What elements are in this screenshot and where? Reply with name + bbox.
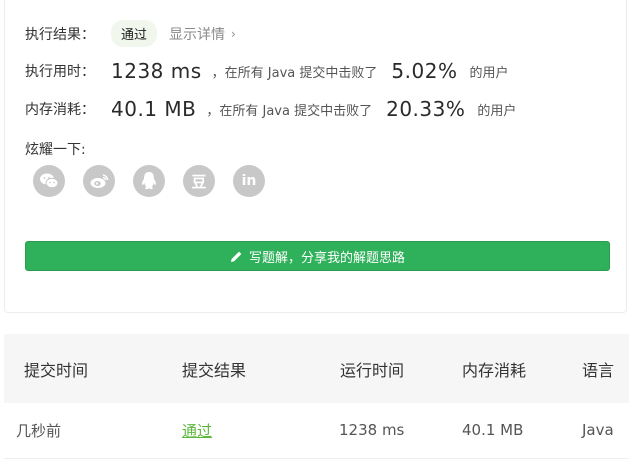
header-submit-result: 提交结果 (182, 360, 247, 380)
runtime-value: 1238 ms (111, 59, 202, 83)
row-submit-time: 几秒前 (16, 421, 62, 440)
memory-label: 内存消耗： (25, 102, 95, 118)
submissions-table: 提交时间 提交结果 运行时间 内存消耗 语言 几秒前 通过 1238 ms 40… (4, 334, 629, 459)
share-row: 炫耀一下: (25, 139, 86, 159)
show-details-label: 显示详情 (169, 26, 226, 43)
table-row: 几秒前 通过 1238 ms 40.1 MB Java (4, 403, 629, 458)
row-submit-result: 通过 (181, 403, 339, 458)
table-header-row: 提交时间 提交结果 运行时间 内存消耗 语言 (4, 334, 629, 403)
douban-icon[interactable]: 豆 (183, 165, 215, 197)
share-buttons: 豆 in (33, 165, 265, 197)
memory-suffix: 的用户 (477, 103, 517, 119)
douban-glyph: 豆 (191, 172, 207, 191)
runtime-label: 执行用时： (25, 64, 95, 80)
result-label: 执行结果： (25, 26, 95, 43)
row-memory: 40.1 MB (462, 421, 524, 440)
linkedin-icon[interactable]: in (233, 165, 265, 197)
result-row: 执行结果： 通过 显示详情 › (25, 20, 236, 47)
runtime-row: 执行用时： 1238 ms ，在所有 Java 提交中击败了 5.02% 的用户 (25, 59, 508, 83)
result-card: 执行结果： 通过 显示详情 › 执行用时： 1238 ms ，在所有 Java … (4, 0, 627, 313)
runtime-suffix: 的用户 (469, 65, 509, 81)
wechat-icon[interactable] (33, 165, 65, 197)
chevron-right-icon: › (231, 26, 236, 41)
share-label: 炫耀一下: (25, 142, 86, 158)
header-language: 语言 (582, 360, 615, 380)
pencil-icon (230, 250, 243, 263)
row-language: Java (582, 421, 614, 440)
memory-mid-text: ，在所有 Java 提交中击败了 (206, 103, 373, 119)
write-solution-label: 写题解，分享我的解题思路 (248, 250, 405, 266)
memory-percent: 20.33% (386, 97, 466, 121)
qq-icon[interactable] (133, 165, 165, 197)
status-badge: 通过 (111, 20, 158, 47)
memory-value: 40.1 MB (111, 97, 197, 121)
row-runtime: 1238 ms (339, 421, 405, 440)
weibo-icon[interactable] (83, 165, 115, 197)
memory-row: 内存消耗： 40.1 MB ，在所有 Java 提交中击败了 20.33% 的用… (25, 97, 516, 121)
linkedin-glyph: in (241, 173, 257, 189)
write-solution-button[interactable]: 写题解，分享我的解题思路 (25, 241, 610, 271)
runtime-mid-text: ，在所有 Java 提交中击败了 (211, 65, 378, 81)
submission-status-link[interactable]: 通过 (182, 422, 212, 440)
header-memory: 内存消耗 (462, 360, 527, 380)
header-submit-time: 提交时间 (24, 360, 89, 380)
runtime-percent: 5.02% (391, 59, 458, 83)
show-details-link[interactable]: 显示详情 › (169, 24, 236, 44)
header-runtime: 运行时间 (340, 360, 405, 380)
